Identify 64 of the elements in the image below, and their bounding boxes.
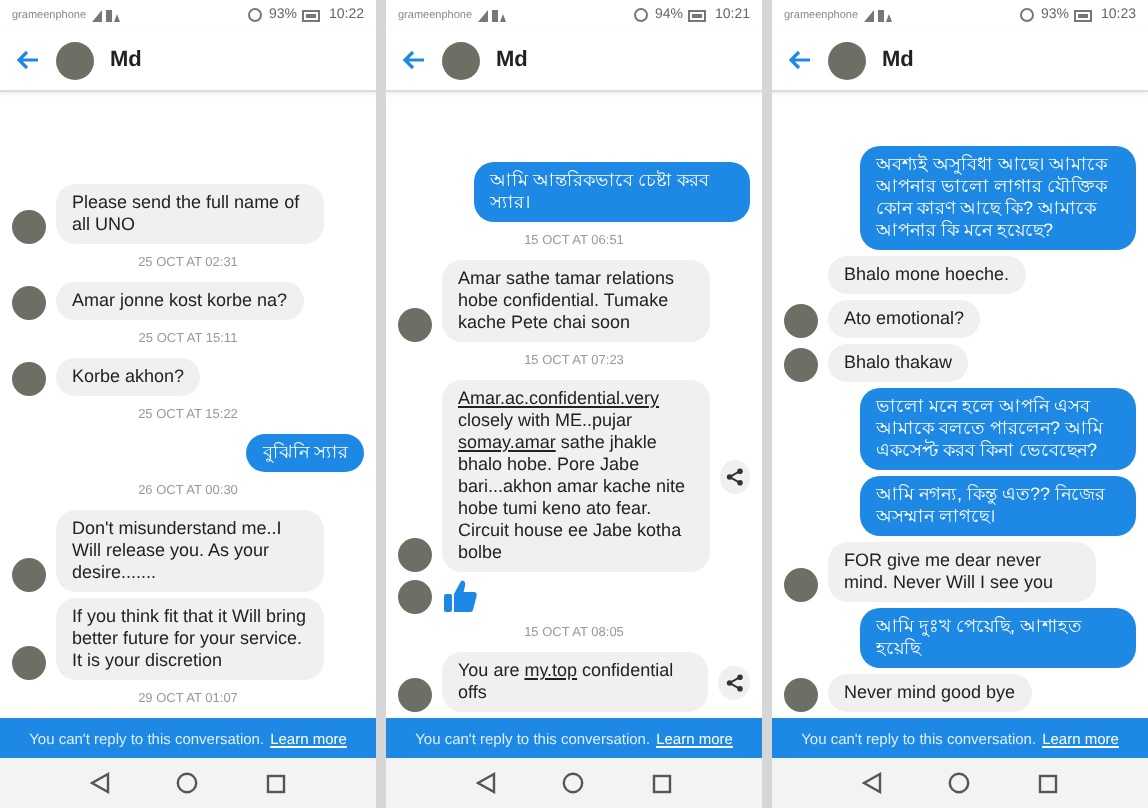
sent-message: ভালো মনে হলে আপনি এসব আমাকে বলতে পারলেন? আমি একসেপ্ট করব কিনা ভেবেছেন? xyxy=(860,388,1136,470)
back-arrow-icon[interactable] xyxy=(402,50,426,70)
message-link[interactable]: somay.amar xyxy=(458,432,556,452)
share-button[interactable] xyxy=(718,665,750,699)
contact-avatar xyxy=(442,41,480,79)
received-message: Bhalo mone hoeche. xyxy=(828,256,1026,294)
sender-avatar xyxy=(12,558,46,592)
sender-avatar xyxy=(398,538,432,572)
sender-avatar xyxy=(12,286,46,320)
recents-nav-icon[interactable] xyxy=(652,773,673,793)
received-message: Never mind good bye xyxy=(828,674,1032,712)
home-nav-icon[interactable] xyxy=(948,772,971,794)
sender-avatar xyxy=(784,678,818,712)
sender-avatar xyxy=(398,678,432,712)
sender-avatar xyxy=(12,646,46,680)
sent-message: অবশ্যই অসুবিধা আছে। আমাকে আপনার ভালো লাগার যৌক্তিক কোন কারণ আছে কি? আমাকে আপনার কি মনে হয়েছে? xyxy=(860,146,1136,250)
sender-avatar xyxy=(398,308,432,342)
received-message: Ato emotional? xyxy=(828,300,981,338)
battery-icon xyxy=(302,9,323,21)
share-button[interactable] xyxy=(720,459,750,493)
received-message: Amar sathe tamar relations hobe confidential. Tumake kache Pete chai soon xyxy=(442,260,710,342)
received-message: Amar jonne kost korbe na? xyxy=(56,282,304,320)
message-link[interactable]: my.top xyxy=(524,660,578,680)
sender-avatar xyxy=(784,348,818,382)
back-nav-icon[interactable] xyxy=(475,772,496,794)
sender-avatar xyxy=(784,568,818,602)
received-message: Please send the full name of all UNO xyxy=(56,184,324,244)
back-nav-icon[interactable] xyxy=(89,772,110,794)
home-nav-icon[interactable] xyxy=(562,772,585,794)
received-message: Bhalo thakaw xyxy=(828,344,969,382)
back-arrow-icon[interactable] xyxy=(16,50,40,70)
contact-avatar xyxy=(828,41,866,79)
received-message: Korbe akhon? xyxy=(56,358,201,396)
signal-icon xyxy=(478,8,507,22)
received-message: Amar.ac.confidential.very closely with ME..pujar somay.amar sathe jhakle bhalo hobe. Pore Jabe bari...akhon amar kache nite hobe tumi keno ato fear. Circuit house ee Jabe kotha bolbe xyxy=(442,380,710,572)
received-message: If you think fit that it Will bring better future for your service. It is your discretion xyxy=(56,598,324,680)
received-message: You are my.top confidential offs xyxy=(442,652,709,712)
share-icon xyxy=(725,673,743,691)
received-message: FOR give me dear never mind. Never Will I see you xyxy=(828,542,1096,602)
signal-icon xyxy=(92,8,121,22)
sender-avatar xyxy=(784,304,818,338)
home-nav-icon[interactable] xyxy=(176,772,199,794)
signal-icon xyxy=(864,8,893,22)
contact-name: Md xyxy=(110,48,142,72)
contact-avatar xyxy=(56,41,94,79)
recents-nav-icon[interactable] xyxy=(266,773,287,793)
back-arrow-icon[interactable] xyxy=(788,50,812,70)
sender-avatar xyxy=(398,580,432,614)
back-nav-icon[interactable] xyxy=(861,772,882,794)
battery-icon xyxy=(1074,9,1095,21)
sent-message: আমি আন্তরিকভাবে চেষ্টা করব স্যার। xyxy=(474,162,750,222)
sender-avatar xyxy=(12,210,46,244)
sent-message: আমি নগন্য, কিন্তু এত?? নিজের অসম্মান লাগছে। xyxy=(860,476,1136,536)
sent-message: বুঝিনি স্যার xyxy=(246,434,364,472)
contact-name: Md xyxy=(882,48,914,72)
received-message: Don't misunderstand me..I Will release you. As your desire....... xyxy=(56,510,324,592)
battery-icon xyxy=(688,9,709,21)
contact-name: Md xyxy=(496,48,528,72)
thumbs-up-icon xyxy=(442,578,478,614)
sent-message: আমি দুঃখ পেয়েছি, আশাহত হয়েছি xyxy=(860,608,1136,668)
share-icon xyxy=(726,467,744,485)
sender-avatar xyxy=(12,362,46,396)
message-link[interactable]: Amar.ac.confidential.very xyxy=(458,388,660,408)
recents-nav-icon[interactable] xyxy=(1038,773,1059,793)
